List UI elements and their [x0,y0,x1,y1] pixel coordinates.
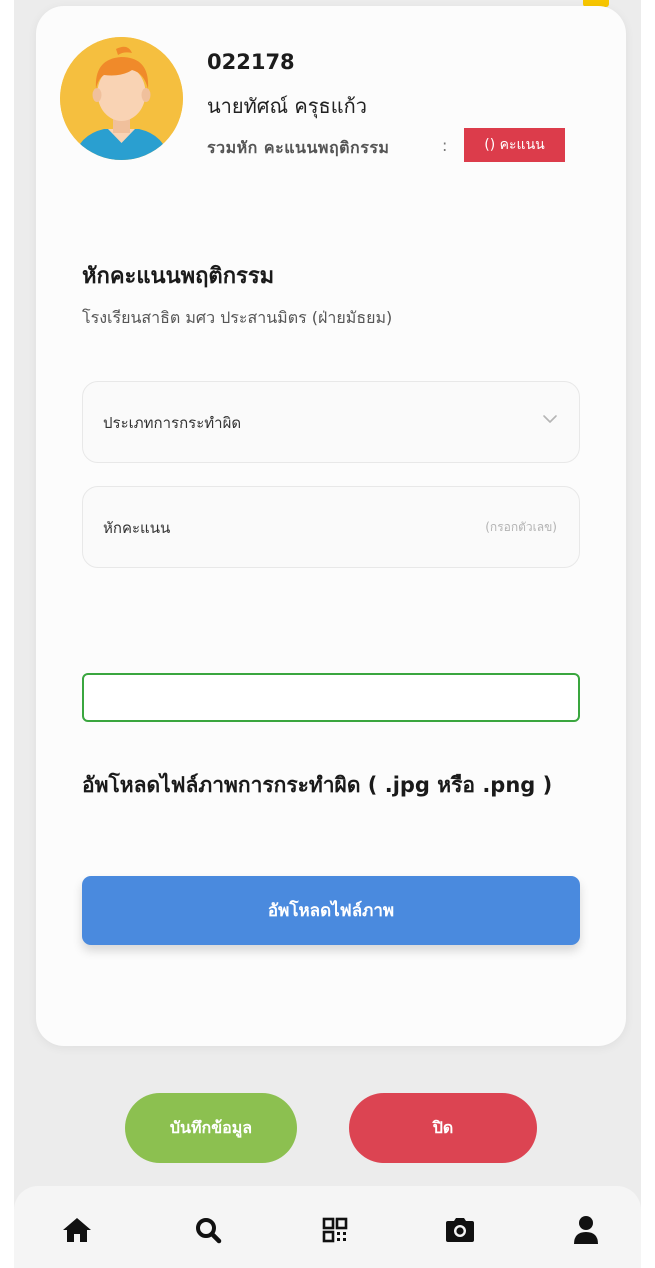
offense-type-select[interactable]: ประเภทการกระทำผิด [82,381,580,463]
qr-code-icon [322,1217,348,1243]
student-name: นายทัศณ์ ครุธแก้ว [207,94,367,118]
close-button[interactable]: ปิด [349,1093,537,1163]
student-id: 022178 [207,50,295,74]
home-icon [63,1218,91,1242]
deduct-score-input[interactable]: หักคะแนน (กรอกตัวเลข) [82,486,580,568]
chevron-down-icon [543,415,557,423]
nav-qr[interactable] [318,1213,352,1247]
nav-home[interactable] [60,1213,94,1247]
search-icon [196,1218,222,1244]
save-button[interactable]: บันทึกข้อมูล [125,1093,297,1163]
user-icon [574,1216,598,1244]
total-deduction-colon: : [442,136,448,155]
avatar [60,37,183,160]
note-input[interactable] [82,673,580,722]
upload-file-button[interactable]: อัพโหลดไฟล์ภาพ [82,876,580,945]
deduct-score-hint: (กรอกตัวเลข) [485,520,557,534]
section-title: หักคะแนนพฤติกรรม [82,264,275,289]
avatar-illustration [60,37,183,160]
deduct-score-label: หักคะแนน [103,519,171,537]
nav-profile[interactable] [569,1213,603,1247]
score-badge: () คะแนน [464,128,565,162]
total-deduction-label: รวมหัก คะแนนพฤติกรรม [207,138,390,157]
offense-type-label: ประเภทการกระทำผิด [103,414,242,432]
school-name: โรงเรียนสาธิต มศว ประสานมิตร (ฝ่ายมัธยม) [82,308,393,327]
upload-title: อัพโหลดไฟล์ภาพการกระทำผิด ( .jpg หรือ .p… [82,773,553,797]
nav-search[interactable] [191,1213,225,1247]
nav-camera[interactable] [443,1213,477,1247]
camera-icon [446,1218,474,1242]
